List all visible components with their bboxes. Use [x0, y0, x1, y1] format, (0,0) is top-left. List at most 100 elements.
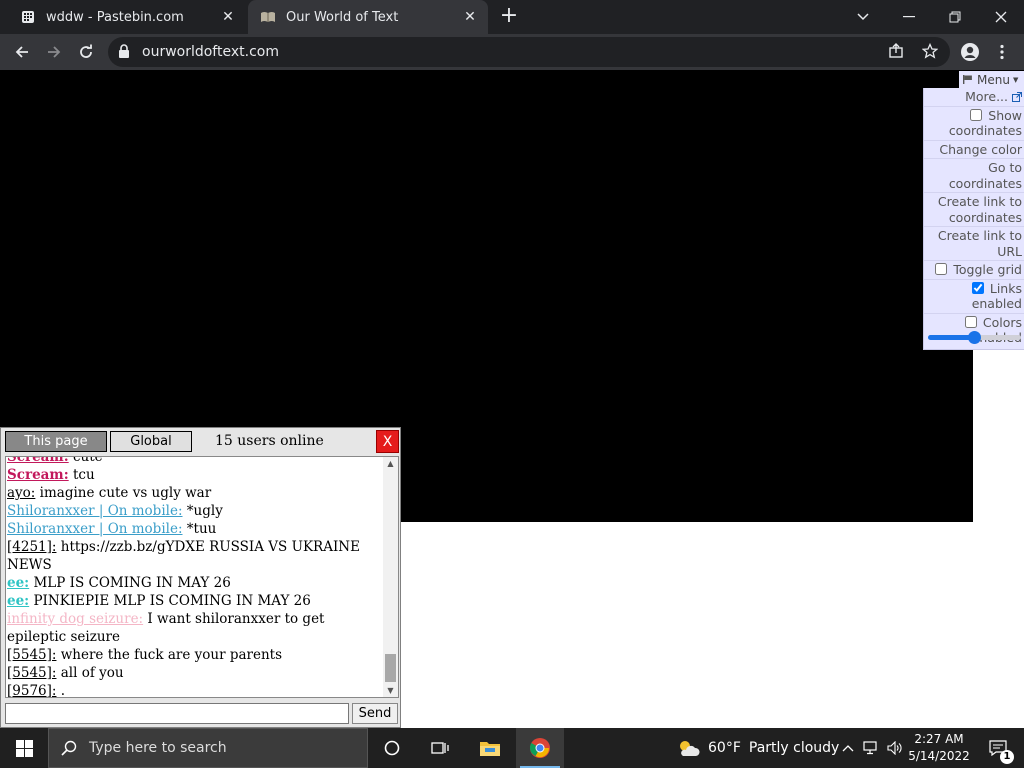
chat-message: ayo: imagine cute vs ugly war: [7, 484, 381, 502]
chat-message-text: where the fuck are your parents: [56, 647, 282, 663]
tab-title: Our World of Text: [286, 9, 399, 25]
owot-favicon-icon: [260, 9, 276, 25]
toggle-grid-checkbox[interactable]: [935, 263, 948, 275]
pastebin-favicon-icon: [20, 9, 36, 25]
back-arrow-icon[interactable]: [8, 38, 36, 66]
menu-item-create-link-to-url[interactable]: Create link to URL: [924, 227, 1024, 261]
chat-window: This page Global 15 users online X Screa…: [0, 427, 401, 728]
slider-thumb[interactable]: [968, 331, 981, 344]
menu-item-label: Go to coordinates: [948, 160, 1022, 191]
browser-toolbar: ourworldoftext.com: [0, 34, 1024, 71]
scroll-up-icon[interactable]: ▲: [386, 459, 395, 468]
chat-message: Shiloranxxer | On mobile: *tuu: [7, 520, 381, 538]
chat-message: ee: MLP IS COMING IN MAY 26: [7, 574, 381, 592]
windows-taskbar: Type here to search 60°F Partly cloudy 2…: [0, 728, 1024, 768]
chat-nickname[interactable]: Scream:: [7, 457, 69, 465]
chat-nickname[interactable]: [5545]:: [7, 665, 56, 681]
weather-widget[interactable]: 60°F Partly cloudy: [676, 728, 839, 768]
tab-search-chevron-icon[interactable]: [840, 0, 886, 34]
chat-message: Scream: tcu: [7, 466, 381, 484]
menu-item-label: Toggle grid: [953, 262, 1022, 277]
taskbar-clock[interactable]: 2:27 AM 5/14/2022: [906, 731, 972, 765]
partly-cloudy-icon: [676, 738, 700, 758]
close-tab-icon[interactable]: ✕: [220, 9, 236, 25]
chat-nickname[interactable]: infinity dog seizure:: [7, 611, 143, 627]
weather-description: Partly cloudy: [748, 740, 840, 756]
chevron-up-icon[interactable]: [838, 728, 858, 768]
menu-item-change-color[interactable]: Change color: [924, 141, 1024, 159]
chat-message-text: PINKIEPIE MLP IS COMING IN MAY 26: [29, 593, 311, 609]
notification-center-icon[interactable]: 1: [978, 728, 1018, 768]
task-view-icon[interactable]: [416, 728, 464, 768]
close-tab-icon[interactable]: ✕: [462, 9, 478, 25]
chevron-down-icon: ▼: [1012, 75, 1019, 84]
menu-item-links-enabled[interactable]: Links enabled: [924, 280, 1024, 314]
chat-close-button[interactable]: X: [376, 430, 399, 453]
chat-nickname[interactable]: Shiloranxxer | On mobile:: [7, 521, 183, 537]
chat-nickname[interactable]: [9576]:: [7, 683, 56, 697]
menu-item-go-to-coordinates[interactable]: Go to coordinates: [924, 159, 1024, 193]
more-options-icon[interactable]: [988, 38, 1016, 66]
bookmark-star-icon[interactable]: [921, 42, 940, 61]
taskbar-search-box[interactable]: Type here to search: [48, 728, 368, 768]
close-window-icon[interactable]: [978, 0, 1024, 34]
tab-pastebin[interactable]: wddw - Pastebin.com ✕: [8, 0, 246, 34]
chat-message: Scream: cute: [7, 457, 381, 466]
chat-nickname[interactable]: ee:: [7, 575, 29, 591]
chat-input[interactable]: [5, 703, 349, 724]
chat-message: [5545]: where the fuck are your parents: [7, 646, 381, 664]
chat-scrollbar[interactable]: ▲ ▼: [383, 457, 398, 697]
chat-message-text: MLP IS COMING IN MAY 26: [29, 575, 231, 591]
chat-tab-this-page[interactable]: This page: [5, 431, 107, 452]
volume-icon[interactable]: [884, 728, 906, 768]
url-text: ourworldoftext.com: [142, 44, 279, 60]
chat-message-text: https://zzb.bz/gYDXE RUSSIA VS UKRAINE N…: [7, 539, 360, 573]
menu-item-create-link-to-coordinates[interactable]: Create link to coordinates: [924, 193, 1024, 227]
chat-messages[interactable]: Scream: cute Scream: tcu ayo: imagine cute…: [5, 456, 399, 698]
forward-arrow-icon[interactable]: [40, 38, 68, 66]
menu-item-toggle-grid[interactable]: Toggle grid: [924, 261, 1024, 280]
chat-nickname[interactable]: ee:: [7, 593, 29, 609]
profile-avatar-icon[interactable]: [956, 38, 984, 66]
chat-message: [4251]: https://zzb.bz/gYDXE RUSSIA VS U…: [7, 538, 381, 574]
chat-message: [9576]: .: [7, 682, 381, 697]
chat-nickname[interactable]: [4251]:: [7, 539, 56, 555]
chat-message: ee: PINKIEPIE MLP IS COMING IN MAY 26: [7, 592, 381, 610]
address-bar[interactable]: ourworldoftext.com: [108, 37, 950, 67]
menu-item-more[interactable]: More...: [924, 88, 1024, 107]
chat-nickname[interactable]: Scream:: [7, 467, 69, 483]
links-enabled-checkbox[interactable]: [971, 281, 984, 294]
network-icon[interactable]: [860, 728, 882, 768]
chat-nickname[interactable]: [5545]:: [7, 647, 56, 663]
owot-menu-panel: More... Show coordinates Change color Go…: [923, 88, 1024, 350]
chat-send-button[interactable]: Send: [352, 703, 398, 724]
colors-enabled-checkbox[interactable]: [964, 315, 977, 328]
external-link-icon: [1012, 90, 1022, 102]
chat-tabs: This page Global 15 users online X: [1, 428, 400, 456]
chat-tab-global[interactable]: Global: [110, 431, 192, 452]
chat-nickname[interactable]: Shiloranxxer | On mobile:: [7, 503, 183, 519]
share-icon[interactable]: [888, 43, 906, 61]
flag-icon: [963, 73, 973, 87]
tab-our-world-of-text[interactable]: Our World of Text ✕: [248, 0, 488, 34]
cortana-icon[interactable]: [368, 728, 416, 768]
minimize-window-icon[interactable]: [886, 0, 932, 34]
chrome-taskbar-icon[interactable]: [516, 728, 564, 768]
chat-message: Shiloranxxer | On mobile: *ugly: [7, 502, 381, 520]
chat-message-list: Scream: cute Scream: tcu ayo: imagine cute…: [7, 457, 381, 697]
chat-nickname[interactable]: ayo:: [7, 485, 35, 501]
chat-message-text: imagine cute vs ugly war: [35, 485, 212, 501]
windows-start-icon[interactable]: [0, 728, 48, 768]
file-explorer-icon[interactable]: [466, 728, 514, 768]
scroll-down-icon[interactable]: ▼: [386, 686, 395, 695]
restore-window-icon[interactable]: [932, 0, 978, 34]
show-coordinates-checkbox[interactable]: [970, 108, 983, 121]
reload-icon[interactable]: [72, 38, 100, 66]
owot-menu-toggle[interactable]: Menu ▼: [959, 71, 1024, 88]
lock-icon: [118, 44, 130, 63]
new-tab-button[interactable]: +: [497, 5, 521, 29]
chat-message: [5545]: all of you: [7, 664, 381, 682]
menu-item-show-coordinates[interactable]: Show coordinates: [924, 107, 1024, 141]
scrollbar-thumb[interactable]: [385, 654, 396, 682]
zoom-slider[interactable]: [928, 331, 1021, 344]
